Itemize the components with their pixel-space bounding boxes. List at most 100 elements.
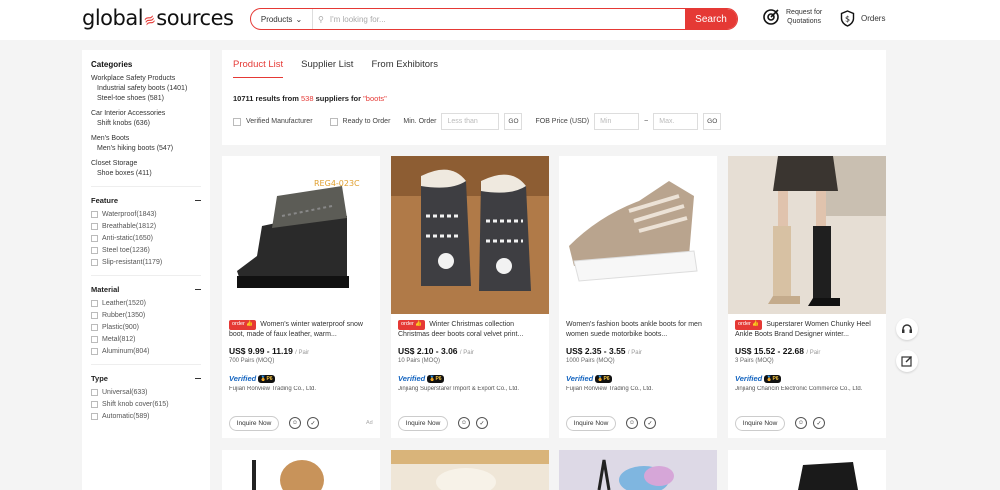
product-title[interactable]: order 👍 Women's winter waterproof snow bo… — [229, 320, 373, 340]
tab-product-list[interactable]: Product List — [233, 59, 284, 78]
check-icon[interactable]: ✓ — [644, 417, 656, 429]
supplier-name[interactable]: Jinjiang Chancin Electronic Commerce Co.… — [735, 386, 883, 392]
min-order-go-button[interactable]: GO — [504, 113, 523, 130]
feature-checkbox[interactable]: Breathable(1812) — [91, 223, 201, 230]
product-title[interactable]: order 👍 Superstarer Women Chunky Heel Ank… — [735, 320, 879, 340]
search-button[interactable]: Search — [685, 9, 737, 29]
tab-from-exhibitors[interactable]: From Exhibitors — [371, 59, 438, 78]
checkbox-icon[interactable] — [91, 259, 98, 266]
search-input[interactable] — [323, 9, 685, 29]
min-order-input[interactable]: Less than — [441, 113, 500, 130]
type-header[interactable]: Type — [91, 374, 201, 383]
ready-to-order-checkbox[interactable] — [329, 117, 338, 126]
inquire-now-button[interactable]: Inquire Now — [566, 416, 616, 431]
product-card[interactable]: REG4-023C order 👍 Women's winter waterpro… — [222, 156, 380, 438]
checkbox-icon[interactable] — [91, 312, 98, 319]
product-title[interactable]: order 👍 Winter Christmas collection Chris… — [398, 320, 542, 340]
price-min-input[interactable]: Min — [594, 113, 640, 130]
check-icon[interactable]: ✓ — [307, 417, 319, 429]
category-closet-storage[interactable]: Closet Storage — [91, 160, 201, 167]
checkbox-icon[interactable] — [91, 348, 98, 355]
logo-text-sources: sources — [156, 6, 234, 30]
price-max-input[interactable]: Max. — [653, 113, 699, 130]
product-card[interactable]: order 👍 Superstarer Women Chunky Heel Ank… — [728, 156, 886, 438]
material-checkbox[interactable]: Aluminum(804) — [91, 348, 201, 355]
price-value: US$ 15.52 - 22.68 — [735, 346, 804, 356]
type-checkbox[interactable]: Universal(633) — [91, 389, 201, 396]
supplier-name[interactable]: Fujian Ronview Trading Co., Ltd. — [229, 386, 377, 392]
chat-icon[interactable]: ☺ — [795, 417, 807, 429]
checkbox-icon[interactable] — [91, 211, 98, 218]
category-workplace-safety[interactable]: Workplace Safety Products — [91, 75, 201, 82]
product-image-knee-high-boots[interactable] — [728, 156, 886, 314]
type-checkbox[interactable]: Shift knob cover(615) — [91, 401, 201, 408]
global-sources-logo[interactable]: global≋sources — [82, 6, 234, 30]
category-car-interior[interactable]: Car Interior Accessories — [91, 110, 201, 117]
product-image-christmas-boots[interactable] — [391, 156, 549, 314]
subcategory-shift-knobs[interactable]: Shift knobs (636) — [97, 120, 201, 127]
collapse-icon[interactable] — [195, 289, 201, 290]
subcategory-shoe-boxes[interactable]: Shoe boxes (411) — [97, 170, 201, 177]
checkbox-icon[interactable] — [91, 300, 98, 307]
product-image-partial[interactable] — [391, 450, 549, 490]
checkbox-icon[interactable] — [91, 235, 98, 242]
material-checkbox[interactable]: Plastic(900) — [91, 324, 201, 331]
product-image-black-boot[interactable]: REG4-023C — [222, 156, 380, 314]
product-card[interactable]: Women's fashion boots ankle boots for me… — [559, 156, 717, 438]
feature-header[interactable]: Feature — [91, 196, 201, 205]
feedback-button[interactable] — [896, 350, 918, 372]
search-category-select[interactable]: Products ⌄ — [251, 9, 313, 29]
checkbox-icon[interactable] — [91, 389, 98, 396]
checkbox-icon[interactable] — [91, 247, 98, 254]
material-checkbox[interactable]: Metal(812) — [91, 336, 201, 343]
orders-link[interactable]: $ Orders — [840, 10, 885, 27]
collapse-icon[interactable] — [195, 200, 201, 201]
search-category-label: Products — [260, 14, 293, 24]
chat-icon[interactable]: ☺ — [626, 417, 638, 429]
product-card[interactable]: order 👍 Winter Christmas collection Chris… — [391, 156, 549, 438]
inquire-now-button[interactable]: Inquire Now — [229, 416, 279, 431]
checkbox-icon[interactable] — [91, 401, 98, 408]
product-image-beige-ankle-boot[interactable] — [559, 156, 717, 314]
checkbox-icon[interactable] — [91, 223, 98, 230]
product-card-partial[interactable] — [222, 450, 380, 490]
product-card-partial[interactable] — [391, 450, 549, 490]
subcategory-mens-hiking-boots[interactable]: Men's hiking boots (547) — [97, 145, 201, 152]
category-mens-boots[interactable]: Men's Boots — [91, 135, 201, 142]
chat-icon[interactable]: ☺ — [458, 417, 470, 429]
feature-checkbox[interactable]: Waterproof(1843) — [91, 211, 201, 218]
checkbox-icon[interactable] — [91, 324, 98, 331]
suppliers-for-text: suppliers for — [315, 94, 362, 103]
tab-supplier-list[interactable]: Supplier List — [301, 59, 353, 78]
verified-manufacturer-checkbox[interactable] — [233, 117, 241, 126]
check-icon[interactable]: ✓ — [476, 417, 488, 429]
product-card-partial[interactable] — [559, 450, 717, 490]
material-checkbox[interactable]: Leather(1520) — [91, 300, 201, 307]
feature-checkbox[interactable]: Slip-resistant(1179) — [91, 259, 201, 266]
supplier-name[interactable]: Fujian Ronview Trading Co., Ltd. — [566, 386, 714, 392]
check-icon[interactable]: ✓ — [813, 417, 825, 429]
checkbox-icon[interactable] — [91, 336, 98, 343]
supplier-name[interactable]: Jinjiang Superstarer Import & Export Co.… — [398, 386, 546, 392]
product-image-partial[interactable] — [222, 450, 380, 490]
type-label: Universal(633) — [102, 389, 148, 396]
inquire-now-button[interactable]: Inquire Now — [398, 416, 448, 431]
material-checkbox[interactable]: Rubber(1350) — [91, 312, 201, 319]
material-header[interactable]: Material — [91, 285, 201, 294]
chat-icon[interactable]: ☺ — [289, 417, 301, 429]
product-image-partial[interactable] — [728, 450, 886, 490]
product-card-partial[interactable] — [728, 450, 886, 490]
checkbox-icon[interactable] — [91, 413, 98, 420]
price-go-button[interactable]: GO — [703, 113, 722, 130]
feature-checkbox[interactable]: Steel toe(1236) — [91, 247, 201, 254]
request-for-quotations-link[interactable]: Request for Quotations — [762, 8, 822, 26]
product-title[interactable]: Women's fashion boots ankle boots for me… — [566, 320, 710, 340]
subcategory-steel-toe-shoes[interactable]: Steel-toe shoes (581) — [97, 95, 201, 102]
customer-service-button[interactable] — [896, 318, 918, 340]
product-image-partial[interactable] — [559, 450, 717, 490]
subcategory-industrial-safety-boots[interactable]: Industrial safety boots (1401) — [97, 85, 201, 92]
inquire-now-button[interactable]: Inquire Now — [735, 416, 785, 431]
feature-checkbox[interactable]: Anti-static(1650) — [91, 235, 201, 242]
type-checkbox[interactable]: Automatic(589) — [91, 413, 201, 420]
collapse-icon[interactable] — [195, 378, 201, 379]
